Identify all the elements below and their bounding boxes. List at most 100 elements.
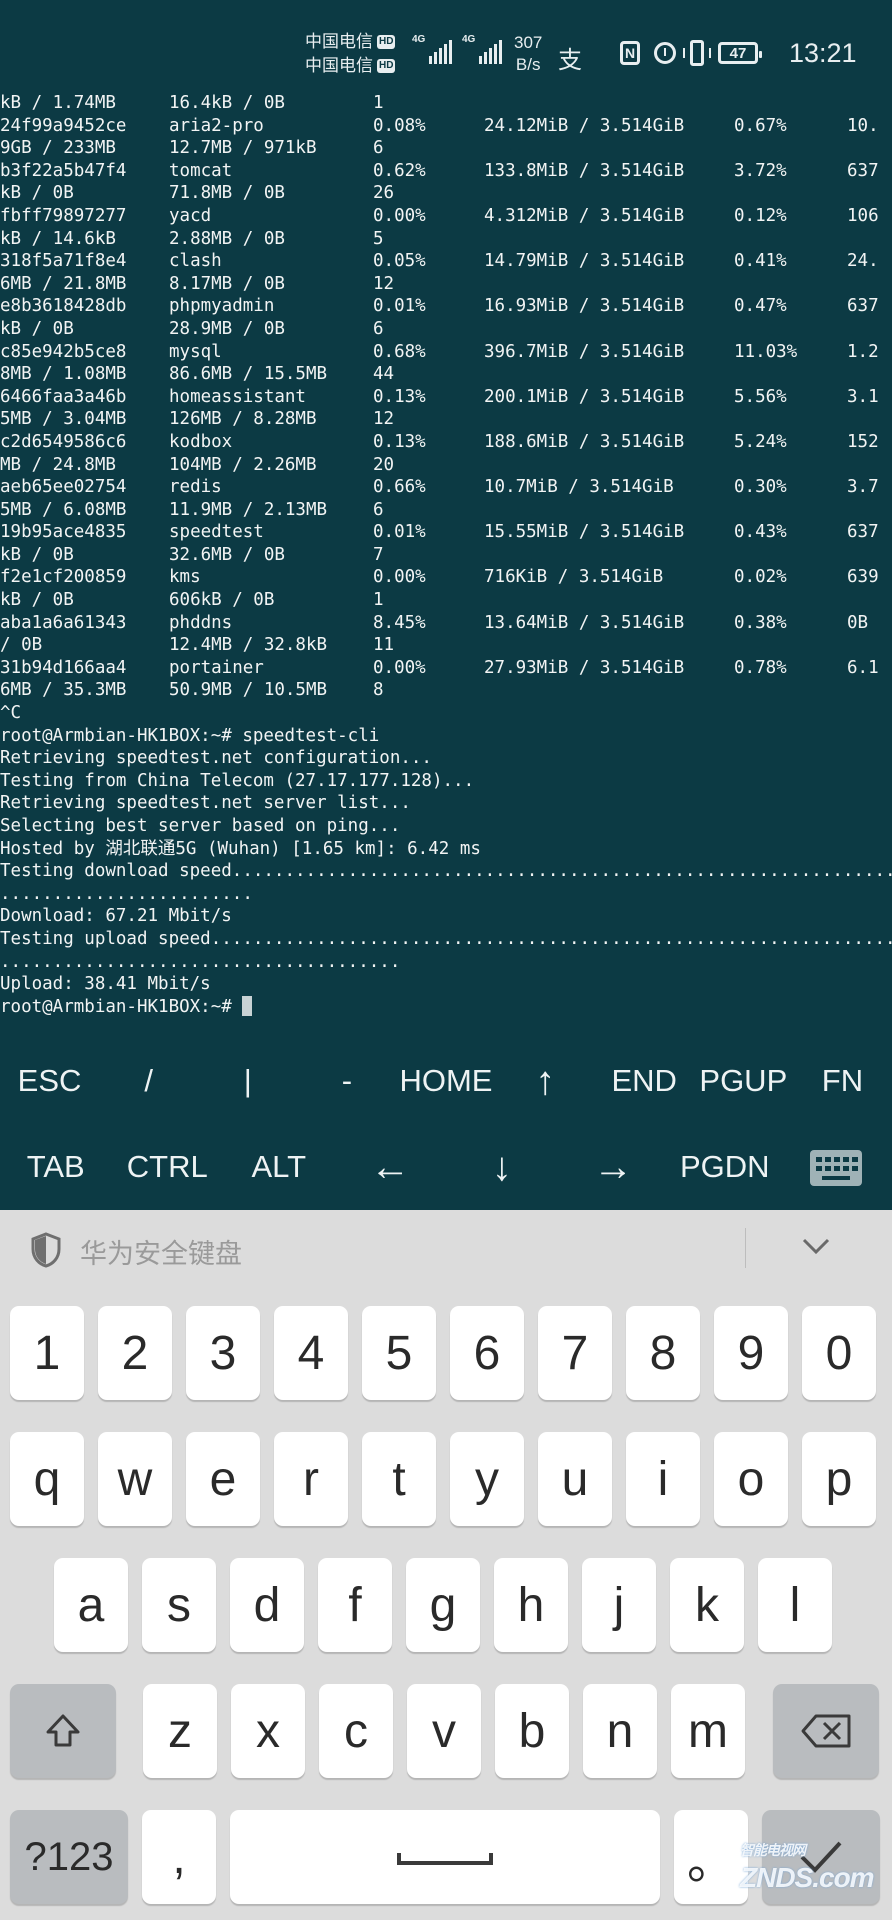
stats-cell: 106: [847, 205, 879, 226]
key-o[interactable]: o: [714, 1432, 788, 1526]
stats-cell: 0.00%: [373, 657, 426, 678]
stats-cell: 32.6MB / 0B: [169, 544, 285, 565]
keyboard-toggle-icon[interactable]: [781, 1148, 892, 1186]
key-m[interactable]: m: [671, 1684, 745, 1778]
key-b[interactable]: b: [495, 1684, 569, 1778]
stats-cell: 12: [373, 273, 395, 294]
key-i[interactable]: i: [626, 1432, 700, 1526]
key-u[interactable]: u: [538, 1432, 612, 1526]
terminal-output[interactable]: kB / 1.74MB 16.4kB / 0B 1 24f99a9452ce aria2…: [0, 92, 892, 1037]
stats-cell: 6.1: [847, 657, 879, 678]
key-x[interactable]: x: [231, 1684, 305, 1778]
stats-cell: clash: [169, 251, 222, 272]
stats-row: 19b95ace4835 speedtest 0.01% 15.55MiB / 3.5…: [0, 521, 892, 544]
stats-row: 6MB / 21.8MB 8.17MB / 0B 12: [0, 273, 892, 296]
stats-cell: 3.7: [847, 477, 879, 498]
extra-key-home[interactable]: HOME: [396, 1063, 495, 1099]
key-a[interactable]: a: [54, 1558, 128, 1652]
carrier-1: 中国电信: [305, 32, 373, 51]
key-y[interactable]: y: [450, 1432, 524, 1526]
stats-cell: 11.03%: [734, 341, 798, 362]
shield-icon: [31, 1232, 61, 1268]
key-7[interactable]: 7: [538, 1306, 612, 1400]
key-1[interactable]: 1: [10, 1306, 84, 1400]
key-8[interactable]: 8: [626, 1306, 700, 1400]
period-key[interactable]: 。: [674, 1810, 748, 1904]
stats-cell: 606kB / 0B: [169, 590, 275, 611]
stats-cell: f2e1cf200859: [0, 567, 127, 588]
extra-key-[interactable]: /: [99, 1063, 198, 1099]
stats-cell: kB / 14.6kB: [0, 228, 116, 249]
extra-key-[interactable]: ↑: [496, 1059, 595, 1104]
stats-cell: 6466faa3a46b: [0, 386, 127, 407]
clock: 13:21: [789, 38, 857, 68]
key-n[interactable]: n: [583, 1684, 657, 1778]
key-0[interactable]: 0: [802, 1306, 876, 1400]
stats-cell: 3.72%: [734, 160, 787, 181]
key-p[interactable]: p: [802, 1432, 876, 1526]
key-q[interactable]: q: [10, 1432, 84, 1526]
stats-cell: 126MB / 8.28MB: [169, 409, 317, 430]
extra-key-pgdn[interactable]: PGDN: [669, 1149, 781, 1185]
terminal-line: Hosted by 湖北联通5G (Wuhan) [1.65 km]: 6.42…: [0, 838, 481, 859]
stats-row: b3f22a5b47f4 tomcat 0.62% 133.8MiB / 3.514G…: [0, 160, 892, 183]
stats-cell: kB / 0B: [0, 183, 74, 204]
key-z[interactable]: z: [143, 1684, 217, 1778]
stats-row: MB / 24.8MB 104MB / 2.26MB 20: [0, 454, 892, 477]
key-3[interactable]: 3: [186, 1306, 260, 1400]
extra-key-ctrl[interactable]: CTRL: [112, 1149, 224, 1185]
comma-key[interactable]: ,: [142, 1810, 216, 1904]
stats-cell: 6MB / 35.3MB: [0, 680, 127, 701]
stats-cell: b3f22a5b47f4: [0, 160, 127, 181]
signal-icon: 4G: [412, 34, 453, 64]
key-6[interactable]: 6: [450, 1306, 524, 1400]
space-key[interactable]: [230, 1810, 660, 1904]
extra-key-esc[interactable]: ESC: [0, 1063, 99, 1099]
stats-row: e8b3618428db phpmyadmin 0.01% 16.93MiB / 3.…: [0, 295, 892, 318]
stats-cell: aba1a6a61343: [0, 612, 127, 633]
key-2[interactable]: 2: [98, 1306, 172, 1400]
extra-key-pgup[interactable]: PGUP: [694, 1063, 793, 1099]
key-5[interactable]: 5: [362, 1306, 436, 1400]
stats-row: 8MB / 1.08MB 86.6MB / 15.5MB 44: [0, 363, 892, 386]
key-e[interactable]: e: [186, 1432, 260, 1526]
key-w[interactable]: w: [98, 1432, 172, 1526]
key-9[interactable]: 9: [714, 1306, 788, 1400]
extra-key-[interactable]: ↓: [446, 1145, 558, 1190]
key-g[interactable]: g: [406, 1558, 480, 1652]
stats-row: 5MB / 6.08MB 11.9MB / 2.13MB 6: [0, 499, 892, 522]
key-l[interactable]: l: [758, 1558, 832, 1652]
symbols-key[interactable]: ?123: [10, 1810, 128, 1904]
terminal-line: Testing upload speed....................…: [0, 928, 892, 949]
key-j[interactable]: j: [582, 1558, 656, 1652]
extra-key-end[interactable]: END: [595, 1063, 694, 1099]
backspace-key[interactable]: [773, 1684, 879, 1778]
stats-cell: kB / 0B: [0, 590, 74, 611]
key-c[interactable]: c: [319, 1684, 393, 1778]
extra-key-fn[interactable]: FN: [793, 1063, 892, 1099]
shift-key[interactable]: [10, 1684, 116, 1778]
stats-cell: 86.6MB / 15.5MB: [169, 364, 328, 385]
key-4[interactable]: 4: [274, 1306, 348, 1400]
stats-cell: 10.7MiB / 3.514GiB: [484, 477, 674, 498]
key-f[interactable]: f: [318, 1558, 392, 1652]
key-h[interactable]: h: [494, 1558, 568, 1652]
stats-cell: 11.9MB / 2.13MB: [169, 499, 328, 520]
hd-icon: HD: [377, 59, 396, 73]
key-v[interactable]: v: [407, 1684, 481, 1778]
key-k[interactable]: k: [670, 1558, 744, 1652]
key-r[interactable]: r: [274, 1432, 348, 1526]
extra-key-[interactable]: →: [558, 1145, 670, 1190]
extra-key-tab[interactable]: TAB: [0, 1149, 112, 1185]
extra-key-alt[interactable]: ALT: [223, 1149, 335, 1185]
extra-key-[interactable]: |: [198, 1063, 297, 1099]
key-t[interactable]: t: [362, 1432, 436, 1526]
stats-cell: 28.9MB / 0B: [169, 318, 285, 339]
extra-key-[interactable]: ←: [335, 1145, 447, 1190]
key-d[interactable]: d: [230, 1558, 304, 1652]
key-s[interactable]: s: [142, 1558, 216, 1652]
stats-row: kB / 0B 71.8MB / 0B 26: [0, 182, 892, 205]
stats-cell: 6: [373, 499, 384, 520]
extra-key-[interactable]: -: [297, 1063, 396, 1099]
chevron-down-icon[interactable]: [800, 1230, 832, 1262]
